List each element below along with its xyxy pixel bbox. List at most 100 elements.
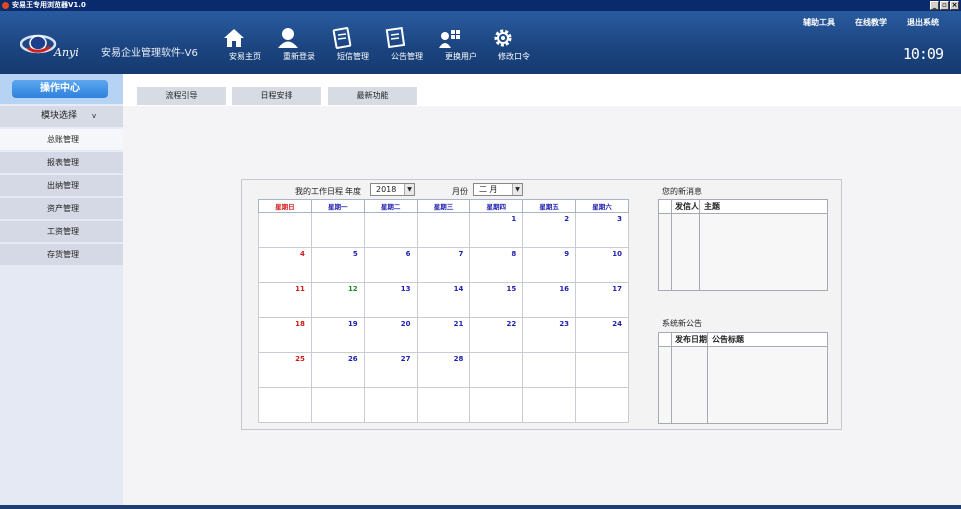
calendar-day[interactable]: 27: [363, 352, 418, 388]
calendar-day[interactable]: 22: [469, 317, 524, 353]
maximize-button[interactable]: ▫: [940, 1, 949, 10]
calendar-day[interactable]: 24: [575, 317, 629, 353]
weekday-header: 星期日: [258, 199, 312, 213]
notepad-icon: [332, 27, 352, 49]
calendar-week-row: 18 19 20 21 22 23 24: [258, 317, 629, 353]
weekday-header: 星期三: [416, 199, 471, 213]
calendar-day[interactable]: [310, 387, 365, 423]
sidebar-item-inventory[interactable]: 存货管理: [0, 244, 123, 266]
col-title: 公告标题: [712, 335, 744, 344]
calendar-day[interactable]: 9: [522, 247, 577, 283]
module-select-label: 模块选择: [41, 111, 78, 121]
tools-link[interactable]: 辅助工具: [803, 17, 835, 28]
tab-schedule[interactable]: 日程安排: [232, 87, 321, 105]
nav-switch-user-button[interactable]: 更换用户: [438, 27, 484, 67]
calendar-grid: 星期日 星期一 星期二 星期三 星期四 星期五 星期六 1 2 3 4 5 6 …: [258, 199, 629, 423]
nav-sms-button[interactable]: 短信管理: [330, 27, 376, 67]
calendar-day[interactable]: 13: [363, 282, 418, 318]
calendar-day[interactable]: [469, 387, 524, 423]
calendar-day[interactable]: [469, 352, 524, 388]
calendar-day[interactable]: [363, 212, 418, 248]
calendar-day[interactable]: 26: [310, 352, 365, 388]
column-divider: [671, 200, 672, 290]
announcements-list[interactable]: 发布日期 公告标题: [658, 332, 828, 424]
calendar-day[interactable]: 21: [416, 317, 471, 353]
calendar-week-row: 4 5 6 7 8 9 10: [258, 247, 629, 283]
home-icon: [224, 29, 244, 47]
calendar-day[interactable]: 3: [575, 212, 629, 248]
month-select[interactable]: 二 月 ▼: [473, 183, 523, 196]
calendar-day[interactable]: 10: [575, 247, 629, 283]
calendar-day[interactable]: 1: [469, 212, 524, 248]
weekday-header: 星期二: [363, 199, 418, 213]
column-divider: [707, 333, 708, 423]
calendar-day[interactable]: 23: [522, 317, 577, 353]
nav-home-button[interactable]: 安易主页: [222, 27, 268, 67]
column-divider: [699, 200, 700, 290]
close-button[interactable]: ×: [950, 1, 959, 10]
sidebar-item-reports[interactable]: 报表管理: [0, 152, 123, 174]
calendar-day[interactable]: 8: [469, 247, 524, 283]
calendar-day[interactable]: [522, 352, 577, 388]
calendar-day[interactable]: [575, 387, 629, 423]
minimize-button[interactable]: _: [930, 1, 939, 10]
logout-link[interactable]: 退出系统: [907, 17, 939, 28]
clock: 10:09: [902, 45, 944, 63]
sidebar-item-cashier[interactable]: 出纳管理: [0, 175, 123, 197]
calendar-day[interactable]: 7: [416, 247, 471, 283]
tab-new-features[interactable]: 最新功能: [328, 87, 417, 105]
calendar-day[interactable]: 25: [258, 352, 312, 388]
calendar-day[interactable]: [258, 387, 312, 423]
sidebar: 操作中心 模块选择 v 总账管理 报表管理 出纳管理 资产管理 工资管理 存货管…: [0, 74, 123, 509]
calendar-day[interactable]: 4: [258, 247, 312, 283]
nav-notice-button[interactable]: 公告管理: [384, 27, 430, 67]
col-subject: 主题: [704, 202, 720, 211]
user-icon: [278, 28, 298, 48]
anyi-logo: Anyi: [20, 34, 79, 59]
calendar-day[interactable]: 17: [575, 282, 629, 318]
calendar-day[interactable]: [575, 352, 629, 388]
calendar-week-row: 11 12 13 14 15 16 17: [258, 282, 629, 318]
calendar-day[interactable]: 6: [363, 247, 418, 283]
sidebar-item-payroll[interactable]: 工资管理: [0, 221, 123, 243]
app-header: Anyi 安易企业管理软件-V6 安易主页 重新登录 短信管理 公告管理 更换用…: [0, 11, 961, 74]
calendar-day[interactable]: [416, 212, 471, 248]
calendar-day[interactable]: [258, 212, 312, 248]
calendar-day[interactable]: 28: [416, 352, 471, 388]
calendar-day[interactable]: 19: [310, 317, 365, 353]
year-select[interactable]: 2018 ▼: [370, 183, 415, 196]
app-icon: [2, 2, 9, 9]
tab-process-guide[interactable]: 流程引导: [137, 87, 226, 105]
calendar-day[interactable]: [416, 387, 471, 423]
calendar-day[interactable]: 2: [522, 212, 577, 248]
status-strip: [0, 505, 961, 509]
module-select[interactable]: 模块选择 v: [0, 106, 123, 127]
weekday-header: 星期五: [522, 199, 577, 213]
calendar-day[interactable]: 16: [522, 282, 577, 318]
nav-relogin-button[interactable]: 重新登录: [276, 27, 322, 67]
announcements-title: 系统新公告: [662, 319, 702, 328]
chevron-down-icon[interactable]: ▼: [512, 184, 522, 195]
nav-change-password-button[interactable]: 修改口令: [491, 27, 537, 67]
weekday-header-row: 星期日 星期一 星期二 星期三 星期四 星期五 星期六: [258, 199, 629, 213]
messages-title: 您的新消息: [662, 187, 702, 196]
calendar-day[interactable]: 20: [363, 317, 418, 353]
calendar-day[interactable]: [522, 387, 577, 423]
sidebar-item-assets[interactable]: 资产管理: [0, 198, 123, 220]
op-center-button[interactable]: 操作中心: [12, 80, 108, 98]
calendar-week-row: 1 2 3: [258, 212, 629, 248]
calendar-day[interactable]: 14: [416, 282, 471, 318]
calendar-day[interactable]: [310, 212, 365, 248]
nav-relogin-label: 重新登录: [283, 52, 315, 61]
chevron-down-icon[interactable]: ▼: [404, 184, 414, 195]
calendar-day[interactable]: 11: [258, 282, 312, 318]
messages-list[interactable]: 发信人 主题: [658, 199, 828, 291]
calendar-day-today[interactable]: 12: [310, 282, 365, 318]
calendar-day[interactable]: [363, 387, 418, 423]
calendar-day[interactable]: 15: [469, 282, 524, 318]
col-date: 发布日期: [675, 335, 707, 344]
teaching-link[interactable]: 在线教学: [855, 17, 887, 28]
calendar-day[interactable]: 18: [258, 317, 312, 353]
sidebar-item-ledger[interactable]: 总账管理: [0, 129, 123, 151]
calendar-day[interactable]: 5: [310, 247, 365, 283]
